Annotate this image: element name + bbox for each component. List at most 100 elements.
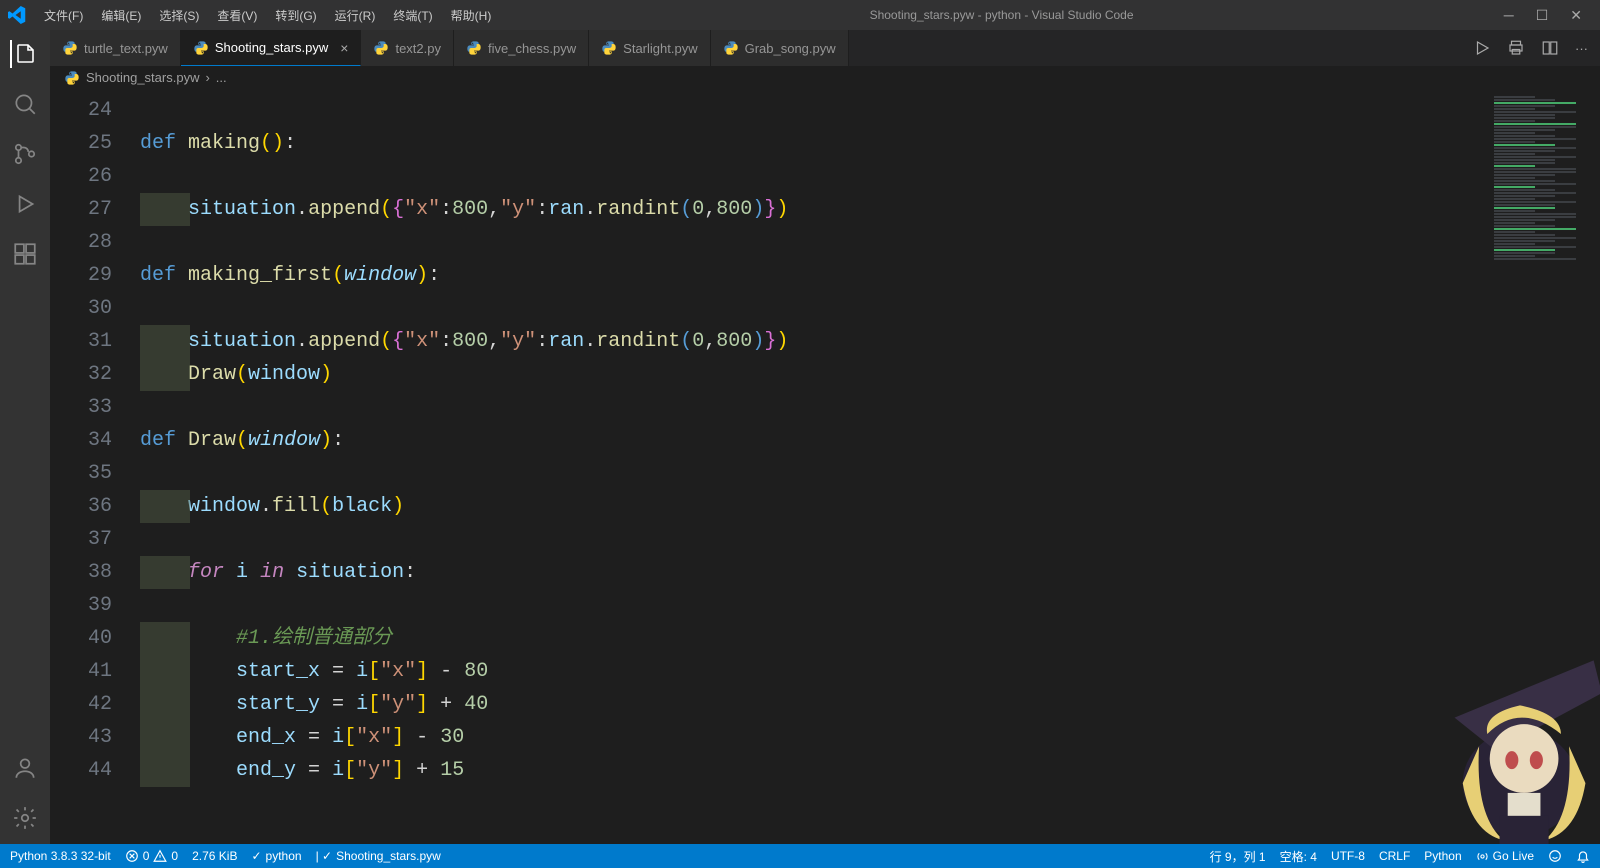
code-line[interactable] [140,292,1490,325]
menu-item-3[interactable]: 查看(V) [209,3,265,28]
menu-item-7[interactable]: 帮助(H) [443,3,500,28]
status-eol[interactable]: CRLF [1379,849,1410,863]
breadcrumb-separator: › [205,70,209,85]
line-number: 36 [50,490,112,523]
run-icon[interactable] [1473,39,1491,57]
breadcrumb[interactable]: Shooting_stars.pyw › ... [50,66,1600,90]
maximize-button[interactable]: ☐ [1536,7,1549,24]
tab-five_chess-pyw[interactable]: five_chess.pyw [454,30,589,66]
line-number: 26 [50,160,112,193]
code-line[interactable] [140,94,1490,127]
code-line[interactable]: window.fill(black) [140,490,1490,523]
line-number: 30 [50,292,112,325]
code-line[interactable]: def Draw(window): [140,424,1490,457]
status-golive[interactable]: Go Live [1476,849,1534,863]
status-line-col[interactable]: 行 9，列 1 [1210,848,1266,865]
line-number: 38 [50,556,112,589]
line-number: 32 [50,358,112,391]
python-file-icon [373,40,389,56]
code-line[interactable] [140,457,1490,490]
code-line[interactable]: for i in situation: [140,556,1490,589]
code-line[interactable] [140,589,1490,622]
status-warnings-count: 0 [171,849,178,863]
code-line[interactable] [140,226,1490,259]
explorer-icon[interactable] [10,40,38,68]
menu-item-1[interactable]: 编辑(E) [93,3,149,28]
accounts-icon[interactable] [11,754,39,782]
status-problems[interactable]: 0 0 [125,849,178,863]
code-line[interactable]: situation.append({"x":800,"y":ran.randin… [140,325,1490,358]
menu-item-0[interactable]: 文件(F) [36,3,91,28]
status-bell-icon[interactable] [1576,849,1590,863]
code-line[interactable]: def making_first(window): [140,259,1490,292]
python-file-icon [193,40,209,56]
line-number: 44 [50,754,112,787]
line-number: 24 [50,94,112,127]
menu-item-2[interactable]: 选择(S) [151,3,207,28]
status-filesize[interactable]: 2.76 KiB [192,849,237,863]
tab-label: Shooting_stars.pyw [215,40,328,55]
breadcrumb-file[interactable]: Shooting_stars.pyw [86,70,199,85]
code-editor[interactable]: 2425262728293031323334353637383940414243… [50,90,1600,844]
tab-grab_song-pyw[interactable]: Grab_song.pyw [711,30,849,66]
code-line[interactable]: end_y = i["y"] + 15 [140,754,1490,787]
minimize-button[interactable]: ─ [1504,7,1514,24]
line-number: 31 [50,325,112,358]
menu-bar: 文件(F)编辑(E)选择(S)查看(V)转到(G)运行(R)终端(T)帮助(H) [36,3,499,28]
code-line[interactable]: end_x = i["x"] - 30 [140,721,1490,754]
line-number: 29 [50,259,112,292]
close-button[interactable]: ✕ [1570,7,1582,24]
code-line[interactable]: start_x = i["x"] - 80 [140,655,1490,688]
print-icon[interactable] [1507,39,1525,57]
breadcrumb-trail[interactable]: ... [216,70,227,85]
code-content[interactable]: def making(): situation.append({"x":800,… [140,90,1490,844]
menu-item-6[interactable]: 终端(T) [385,3,440,28]
code-line[interactable]: Draw(window) [140,358,1490,391]
status-indent[interactable]: 空格: 4 [1280,848,1317,865]
line-number-gutter: 2425262728293031323334353637383940414243… [50,90,140,844]
line-number: 34 [50,424,112,457]
line-number: 33 [50,391,112,424]
source-control-icon[interactable] [11,140,39,168]
code-line[interactable]: def making(): [140,127,1490,160]
python-file-icon [723,40,739,56]
activity-bar [0,30,50,844]
code-line[interactable] [140,523,1490,556]
line-number: 37 [50,523,112,556]
editor-tabs: turtle_text.pyw Shooting_stars.pyw × text2.… [50,30,1600,66]
status-file[interactable]: | ✓ Shooting_stars.pyw [316,849,441,863]
status-language[interactable]: Python [1424,849,1461,863]
python-file-icon [601,40,617,56]
code-line[interactable] [140,160,1490,193]
code-line[interactable]: start_y = i["y"] + 40 [140,688,1490,721]
split-editor-icon[interactable] [1541,39,1559,57]
search-icon[interactable] [11,90,39,118]
line-number: 39 [50,589,112,622]
status-python-version[interactable]: Python 3.8.3 32-bit [10,849,111,863]
code-line[interactable]: #1.绘制普通部分 [140,622,1490,655]
status-errors-count: 0 [143,849,150,863]
code-line[interactable] [140,391,1490,424]
tab-close-icon[interactable]: × [340,40,348,56]
menu-item-5[interactable]: 运行(R) [327,3,384,28]
tab-label: Starlight.pyw [623,41,697,56]
run-debug-icon[interactable] [11,190,39,218]
minimap[interactable] [1490,90,1600,844]
line-number: 41 [50,655,112,688]
status-feedback-icon[interactable] [1548,849,1562,863]
tab-starlight-pyw[interactable]: Starlight.pyw [589,30,710,66]
code-line[interactable]: situation.append({"x":800,"y":ran.randin… [140,193,1490,226]
tab-text2-py[interactable]: text2.py [361,30,454,66]
more-actions-icon[interactable]: ··· [1575,41,1588,56]
menu-item-4[interactable]: 转到(G) [267,3,324,28]
status-encoding[interactable]: UTF-8 [1331,849,1365,863]
settings-gear-icon[interactable] [11,804,39,832]
tab-shooting_stars-pyw[interactable]: Shooting_stars.pyw × [181,30,362,66]
line-number: 40 [50,622,112,655]
line-number: 35 [50,457,112,490]
status-kernel[interactable]: ✓ python [251,849,301,863]
extensions-icon[interactable] [11,240,39,268]
python-file-icon [64,70,80,86]
window-controls: ─ ☐ ✕ [1504,7,1592,24]
tab-turtle_text-pyw[interactable]: turtle_text.pyw [50,30,181,66]
